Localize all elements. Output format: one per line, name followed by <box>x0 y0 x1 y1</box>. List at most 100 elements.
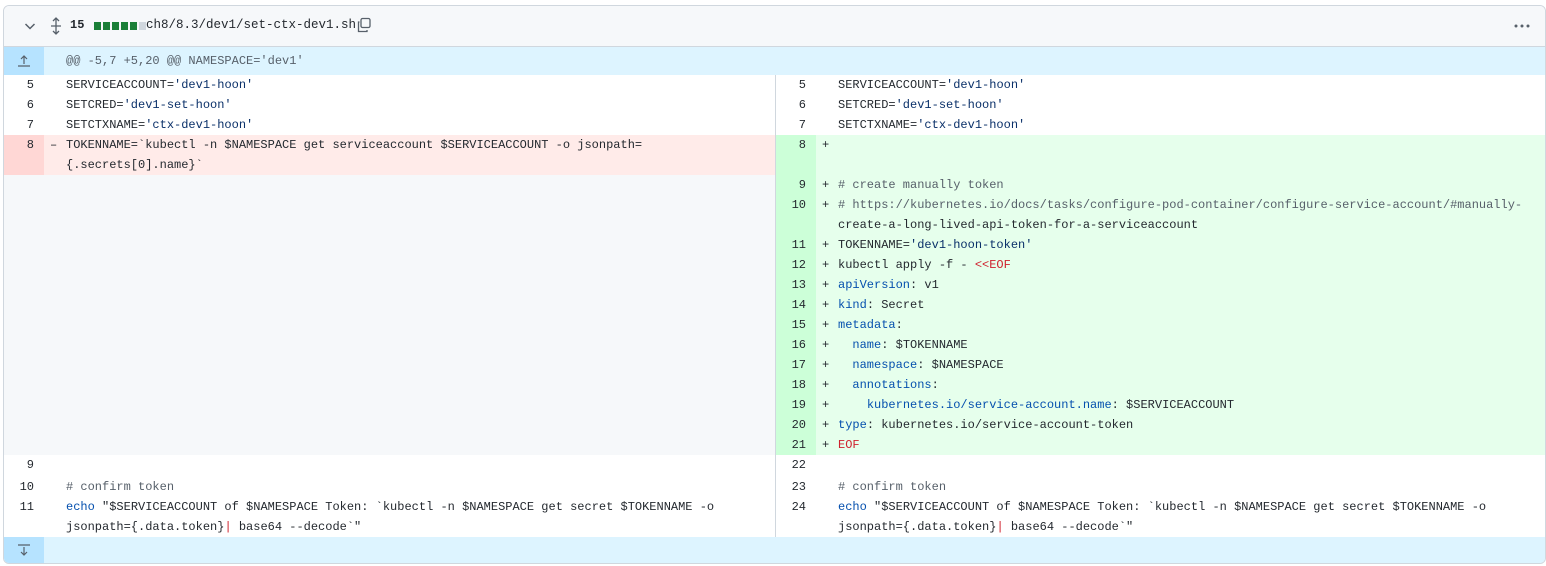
line-number-text: 6 <box>798 98 806 112</box>
diff-line: 9 + # create manually token <box>776 175 1545 195</box>
code-text: TOKENNAME='dev1-hoon-token' <box>838 238 1033 252</box>
line-number[interactable]: 19 <box>776 395 816 415</box>
addition-marker: + <box>822 178 830 192</box>
line-number[interactable]: 24 <box>776 497 816 537</box>
line-number-text: 14 <box>791 298 806 312</box>
line-number[interactable]: 8 <box>4 135 44 175</box>
diffstat-square <box>130 22 137 30</box>
line-number[interactable]: 6 <box>4 95 44 115</box>
line-number[interactable]: 23 <box>776 477 816 497</box>
code-text: annotations: <box>852 378 939 392</box>
empty-filler <box>4 175 775 455</box>
kebab-horizontal-icon[interactable] <box>1513 18 1531 34</box>
line-number[interactable]: 8 <box>776 135 816 175</box>
diff-line: 11 echo "$SERVICEACCOUNT of $NAMESPACE To… <box>4 497 775 537</box>
line-number-text: 9 <box>26 458 34 472</box>
diff-line: 21 + EOF <box>776 435 1545 455</box>
line-number[interactable]: 17 <box>776 355 816 375</box>
line-number-text: 9 <box>798 178 806 192</box>
diff-line: 8 + <box>776 135 1545 175</box>
code-text: echo "$SERVICEACCOUNT of $NAMESPACE Toke… <box>838 500 1487 534</box>
fold-down-icon <box>18 544 30 556</box>
diff-line: 5 SERVICEACCOUNT='dev1-hoon' <box>776 75 1545 95</box>
code-text: # confirm token <box>838 480 947 494</box>
changes-count: 15 <box>70 18 85 32</box>
line-number-text: 12 <box>791 258 806 272</box>
code-text: SETCTXNAME='ctx-dev1-hoon' <box>838 118 1026 132</box>
code-text: EOF <box>838 438 860 452</box>
diff-line: 10 + # https://kubernetes.io/docs/tasks/co… <box>776 195 1545 235</box>
line-number[interactable]: 16 <box>776 335 816 355</box>
expand-up-button[interactable] <box>4 47 44 75</box>
code-text: apiVersion: v1 <box>838 278 939 292</box>
line-number[interactable]: 18 <box>776 375 816 395</box>
line-number-text: 19 <box>791 398 806 412</box>
diff-line: 19 + kubernetes.io/service-account.name: … <box>776 395 1545 415</box>
line-number[interactable]: 9 <box>776 175 816 195</box>
line-number-text: 10 <box>19 480 34 494</box>
line-number[interactable]: 6 <box>776 95 816 115</box>
diff-line: 8 – TOKENNAME=`kubectl -n $NAMESPACE get s… <box>4 135 775 175</box>
line-number[interactable]: 13 <box>776 275 816 295</box>
diff-line: 14 + kind: Secret <box>776 295 1545 315</box>
line-number[interactable]: 5 <box>4 75 44 95</box>
code-text: namespace: $NAMESPACE <box>852 358 1004 372</box>
diff-line: 12 + kubectl apply -f - <<EOF <box>776 255 1545 275</box>
code-line: + TOKENNAME='dev1-hoon-token' <box>816 235 1545 255</box>
code-line: SETCTXNAME='ctx-dev1-hoon' <box>816 115 1545 135</box>
diff-line: 17 + namespace: $NAMESPACE <box>776 355 1545 375</box>
expand-down-button[interactable] <box>4 537 44 563</box>
addition-marker: + <box>822 138 830 152</box>
code-line: SERVICEACCOUNT='dev1-hoon' <box>816 75 1545 95</box>
line-number-text: 18 <box>791 378 806 392</box>
line-number[interactable]: 5 <box>776 75 816 95</box>
unfold-icon[interactable] <box>48 17 64 35</box>
line-number[interactable]: 21 <box>776 435 816 455</box>
code-text: # create manually token <box>838 178 1004 192</box>
code-line: + namespace: $NAMESPACE <box>816 355 1545 375</box>
code-text: echo "$SERVICEACCOUNT of $NAMESPACE Toke… <box>66 500 715 534</box>
diff-right-side: 5 SERVICEACCOUNT='dev1-hoon' 6 SETCRED='dev… <box>776 75 1545 537</box>
code-line: + metadata: <box>816 315 1545 335</box>
line-number[interactable]: 15 <box>776 315 816 335</box>
line-number[interactable]: 7 <box>776 115 816 135</box>
diff-line: 13 + apiVersion: v1 <box>776 275 1545 295</box>
code-line: SETCTXNAME='ctx-dev1-hoon' <box>44 115 775 135</box>
code-text: metadata: <box>838 318 903 332</box>
addition-marker: + <box>822 258 830 272</box>
diff-line: 9 <box>4 455 775 477</box>
line-number[interactable]: 11 <box>776 235 816 255</box>
line-number-text: 23 <box>791 480 806 494</box>
chevron-down-icon[interactable] <box>22 18 38 34</box>
code-text: SETCRED='dev1-set-hoon' <box>838 98 1004 112</box>
line-number[interactable]: 10 <box>4 477 44 497</box>
addition-marker: + <box>822 318 830 332</box>
line-number[interactable]: 12 <box>776 255 816 275</box>
line-number-text: 8 <box>26 138 34 152</box>
line-number[interactable]: 20 <box>776 415 816 435</box>
code-line: + annotations: <box>816 375 1545 395</box>
code-text: TOKENNAME=`kubectl -n $NAMESPACE get ser… <box>66 138 643 172</box>
code-text: kind: Secret <box>838 298 925 312</box>
line-number[interactable]: 7 <box>4 115 44 135</box>
line-number-text: 13 <box>791 278 806 292</box>
line-number[interactable]: 14 <box>776 295 816 315</box>
code-line: SERVICEACCOUNT='dev1-hoon' <box>44 75 775 95</box>
code-line: + kubectl apply -f - <<EOF <box>816 255 1545 275</box>
code-line: + apiVersion: v1 <box>816 275 1545 295</box>
fold-up-icon <box>18 55 30 67</box>
line-number-text: 15 <box>791 318 806 332</box>
diff-line: 10 # confirm token <box>4 477 775 497</box>
line-number[interactable]: 9 <box>4 455 44 477</box>
code-text: SERVICEACCOUNT='dev1-hoon' <box>66 78 254 92</box>
line-number[interactable]: 11 <box>4 497 44 537</box>
copy-icon[interactable] <box>356 17 372 33</box>
line-number-text: 7 <box>798 118 806 132</box>
file-path[interactable]: ch8/8.3/dev1/set-ctx-dev1.sh <box>146 18 356 32</box>
diff-line: 6 SETCRED='dev1-set-hoon' <box>776 95 1545 115</box>
diff-file: 15 ch8/8.3/dev1/set-ctx-dev1.sh @@ -5,7 … <box>3 5 1546 564</box>
line-number-text: 22 <box>791 458 806 472</box>
line-number[interactable]: 22 <box>776 455 816 477</box>
line-number[interactable]: 10 <box>776 195 816 235</box>
